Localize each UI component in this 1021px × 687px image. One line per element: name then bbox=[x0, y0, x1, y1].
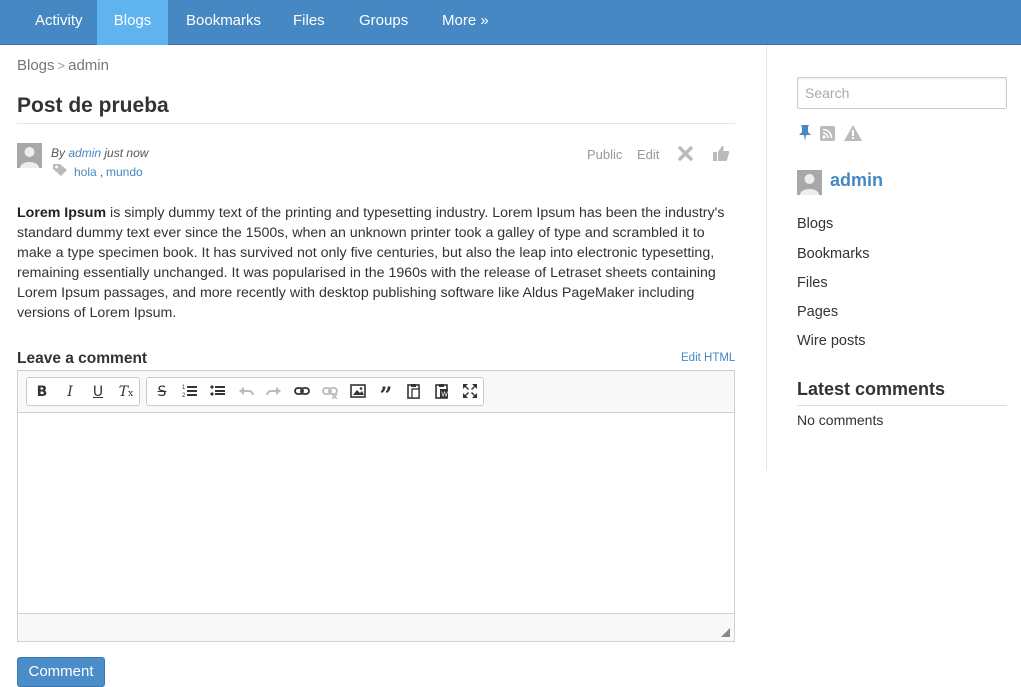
editor-text-area[interactable] bbox=[18, 413, 734, 613]
svg-text:W: W bbox=[441, 392, 448, 399]
post-time: just now bbox=[104, 146, 149, 160]
strikethrough-icon[interactable]: S bbox=[152, 383, 172, 401]
tag-separator: , bbox=[100, 165, 104, 179]
bulleted-list-icon[interactable] bbox=[208, 383, 228, 401]
sidebar-item-wire-posts[interactable]: Wire posts bbox=[797, 333, 866, 349]
nav-item-blogs[interactable]: Blogs bbox=[97, 0, 168, 45]
editor-footer bbox=[18, 613, 734, 641]
paste-word-icon[interactable]: W bbox=[432, 383, 452, 401]
toolbar-group-basic: B I U Tx bbox=[26, 377, 140, 406]
sidebar-item-bookmarks[interactable]: Bookmarks bbox=[797, 246, 870, 262]
search-input[interactable] bbox=[797, 77, 1007, 109]
comment-editor: B I U Tx S 12 ” W bbox=[17, 370, 735, 642]
editor-toolbar: B I U Tx S 12 ” W bbox=[18, 371, 734, 413]
edit-link[interactable]: Edit bbox=[637, 147, 659, 162]
owner-avatar[interactable] bbox=[797, 170, 822, 195]
nav-item-bookmarks[interactable]: Bookmarks bbox=[168, 0, 279, 45]
nav-item-activity[interactable]: Activity bbox=[17, 0, 101, 45]
access-label: Public bbox=[587, 147, 623, 162]
svg-text:2: 2 bbox=[182, 393, 186, 399]
like-icon[interactable] bbox=[712, 144, 730, 165]
tag-hola[interactable]: hola bbox=[74, 165, 97, 179]
edit-html-link[interactable]: Edit HTML bbox=[681, 352, 735, 364]
byline-prefix: By bbox=[51, 146, 66, 160]
post-body: Lorem Ipsum is simply dummy text of the … bbox=[17, 203, 739, 323]
tag-mundo[interactable]: mundo bbox=[106, 165, 143, 179]
author-avatar[interactable] bbox=[17, 143, 42, 168]
title-divider bbox=[17, 123, 735, 124]
blockquote-icon[interactable]: ” bbox=[376, 383, 396, 409]
latest-comments-heading: Latest comments bbox=[797, 379, 946, 399]
report-icon[interactable] bbox=[844, 125, 862, 144]
delete-icon[interactable] bbox=[677, 145, 694, 165]
redo-icon[interactable] bbox=[264, 383, 284, 401]
resize-handle-icon[interactable] bbox=[721, 628, 730, 637]
image-icon[interactable] bbox=[348, 383, 368, 401]
breadcrumb-current: admin bbox=[68, 57, 109, 74]
rss-icon[interactable] bbox=[820, 126, 835, 144]
toolbar-group-insert: S 12 ” W bbox=[146, 377, 484, 409]
page-title: Post de prueba bbox=[17, 94, 169, 117]
top-nav: Activity Blogs Bookmarks Files Groups Mo… bbox=[0, 0, 1021, 45]
nav-item-more[interactable]: More » bbox=[424, 0, 507, 45]
post-body-text: is simply dummy text of the printing and… bbox=[17, 205, 725, 321]
svg-text:1: 1 bbox=[182, 385, 186, 391]
comment-heading: Leave a comment bbox=[17, 350, 148, 367]
sidebar-item-files[interactable]: Files bbox=[797, 275, 828, 291]
post-byline: By admin just now bbox=[51, 146, 148, 160]
nav-item-groups[interactable]: Groups bbox=[341, 0, 426, 45]
remove-format-icon[interactable]: Tx bbox=[116, 383, 136, 401]
no-comments-text: No comments bbox=[797, 412, 884, 428]
numbered-list-icon[interactable]: 12 bbox=[180, 383, 200, 401]
sidebar-item-pages[interactable]: Pages bbox=[797, 304, 838, 320]
breadcrumb-separator: > bbox=[57, 58, 66, 73]
sidebar-item-blogs[interactable]: Blogs bbox=[797, 216, 833, 232]
unlink-icon[interactable] bbox=[320, 383, 340, 401]
latest-comments-divider bbox=[797, 405, 1007, 406]
owner-name-link[interactable]: admin bbox=[830, 170, 883, 191]
paste-icon[interactable] bbox=[404, 383, 424, 401]
italic-icon[interactable]: I bbox=[60, 383, 80, 401]
fullscreen-icon[interactable] bbox=[460, 383, 480, 401]
post-body-bold: Lorem Ipsum bbox=[17, 205, 107, 221]
pin-icon[interactable] bbox=[797, 124, 813, 145]
bold-icon[interactable]: B bbox=[32, 383, 52, 401]
nav-item-files[interactable]: Files bbox=[275, 0, 343, 45]
author-link[interactable]: admin bbox=[68, 146, 101, 160]
breadcrumb-blogs[interactable]: Blogs bbox=[17, 57, 55, 74]
breadcrumb: Blogs > admin bbox=[17, 57, 109, 74]
sidebar-divider bbox=[766, 45, 767, 470]
link-icon[interactable] bbox=[292, 383, 312, 401]
tag-icon bbox=[52, 163, 68, 180]
undo-icon[interactable] bbox=[236, 383, 256, 401]
underline-icon[interactable]: U bbox=[88, 383, 108, 401]
